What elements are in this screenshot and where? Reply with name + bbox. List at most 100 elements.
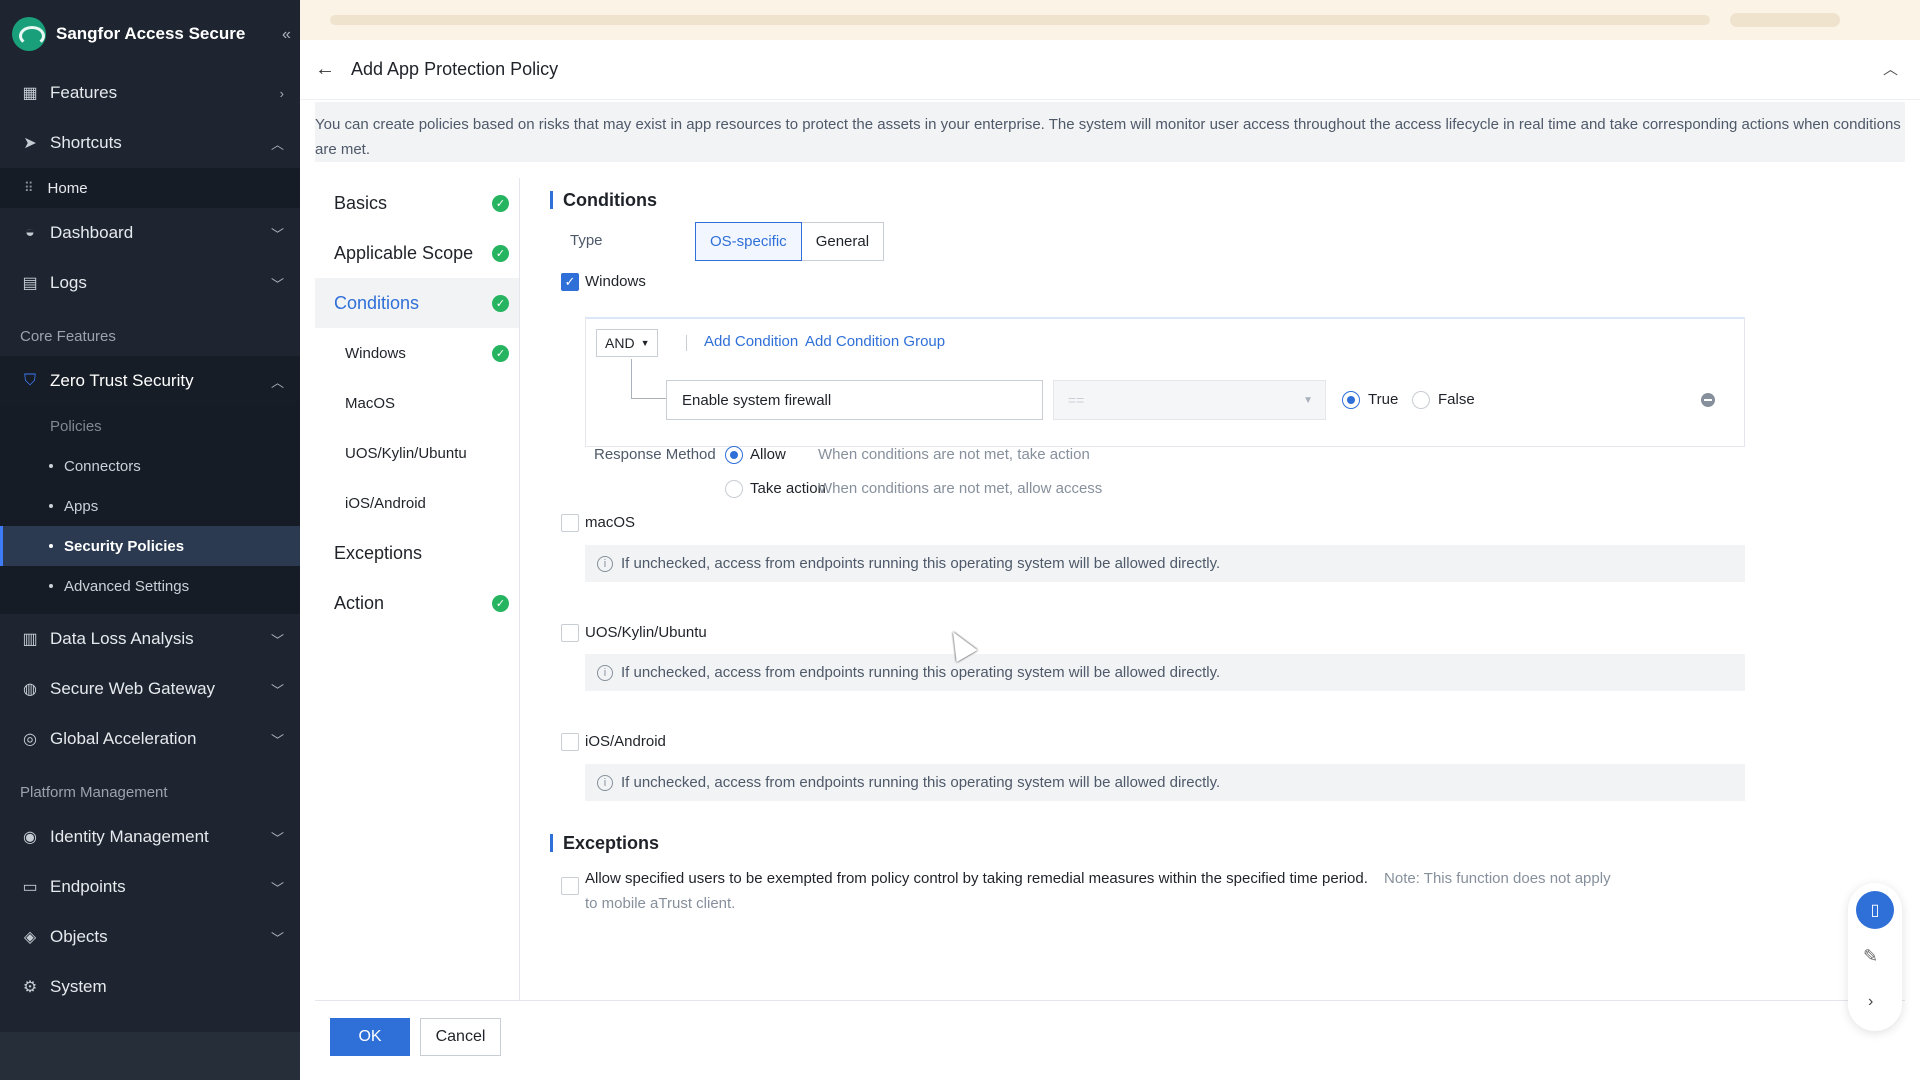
brand: Sangfor Access Secure <box>0 0 300 68</box>
chevron-right-icon[interactable]: › <box>1868 993 1873 1011</box>
cancel-button[interactable]: Cancel <box>420 1018 501 1056</box>
add-condition-group-link[interactable]: Add Condition Group <box>805 333 945 350</box>
step-macos[interactable]: MacOS <box>315 378 519 428</box>
globe-icon: ◍ <box>23 681 37 698</box>
step-applicable-scope[interactable]: Applicable Scope ✓ <box>315 228 519 278</box>
check-circle-icon: ✓ <box>492 294 509 312</box>
take-action-label: Take action <box>750 480 826 497</box>
exceptions-text: Allow specified users to be exempted fro… <box>585 870 1368 887</box>
ios-checkbox[interactable] <box>561 733 579 751</box>
form-content: Conditions Type OS-specific General ✓ Wi… <box>535 178 1920 1000</box>
type-option-os-specific[interactable]: OS-specific <box>695 222 802 261</box>
chevron-up-icon[interactable]: ︿ <box>1883 58 1898 79</box>
nav-system[interactable]: ⚙ System <box>0 962 300 1012</box>
shield-icon: ⛉ <box>23 372 36 389</box>
nav-home[interactable]: ⠿ Home <box>0 168 300 208</box>
page-description: You can create policies based on risks t… <box>315 102 1905 162</box>
condition-field[interactable]: Enable system firewall <box>666 380 1043 420</box>
nav-logs-label: Logs <box>50 273 87 292</box>
banner-text-blurred <box>330 15 1710 25</box>
banner-button-blurred[interactable] <box>1730 13 1840 27</box>
step-ios-android[interactable]: iOS/Android <box>315 478 519 528</box>
uos-label: UOS/Kylin/Ubuntu <box>585 624 707 641</box>
collapse-sidebar-icon[interactable]: « <box>282 26 291 44</box>
nav-features[interactable]: ▦ Features › <box>0 68 300 118</box>
nav-endpoints-label: Endpoints <box>50 877 126 896</box>
nav-secure-web-gateway[interactable]: ◍ Secure Web Gateway ﹀ <box>0 664 300 714</box>
brand-name: Sangfor Access Secure <box>56 24 246 43</box>
sidebar-item-security-policies[interactable]: Security Policies <box>0 526 300 566</box>
uos-checkbox[interactable] <box>561 624 579 642</box>
nav-shortcuts-label: Shortcuts <box>50 133 122 152</box>
step-label: iOS/Android <box>345 494 426 512</box>
remove-condition-icon[interactable] <box>1701 393 1715 407</box>
step-label: Exceptions <box>334 542 423 563</box>
info-text: If unchecked, access from endpoints runn… <box>621 664 1221 681</box>
logs-icon: ▤ <box>22 275 38 292</box>
nav-data-loss-analysis[interactable]: ▥ Data Loss Analysis ﹀ <box>0 614 300 664</box>
step-action[interactable]: Action ✓ <box>315 578 519 628</box>
nav-zero-trust-label: Zero Trust Security <box>50 371 194 390</box>
add-condition-link[interactable]: Add Condition <box>704 333 798 350</box>
nav-global-acceleration[interactable]: ◎ Global Acceleration ﹀ <box>0 714 300 764</box>
sidebar-item-apps[interactable]: Apps <box>0 486 300 526</box>
floating-toolbar: ▯ ✎ › <box>1848 883 1902 1031</box>
book-icon[interactable]: ▯ <box>1856 891 1894 929</box>
type-option-general[interactable]: General <box>801 222 885 261</box>
exceptions-checkbox[interactable] <box>561 877 579 895</box>
sidebar-item-advanced-settings[interactable]: Advanced Settings <box>0 566 300 606</box>
nav-endpoints[interactable]: ▭ Endpoints ﹀ <box>0 862 300 912</box>
nav-swg-label: Secure Web Gateway <box>50 679 216 698</box>
comparator-value: == <box>1068 392 1085 408</box>
nav-home-label: Home <box>47 179 88 197</box>
step-windows[interactable]: Windows ✓ <box>315 328 519 378</box>
nav-features-label: Features <box>50 83 118 102</box>
drag-handle-icon[interactable]: ⠿ <box>24 180 34 196</box>
main-panel: ← Add App Protection Policy ︿ You can cr… <box>300 40 1920 1080</box>
step-label: Applicable Scope <box>334 242 474 263</box>
windows-checkbox[interactable]: ✓ <box>561 273 579 291</box>
comparator-select[interactable]: == ▼ <box>1053 380 1326 420</box>
edit-icon[interactable]: ✎ <box>1863 946 1878 967</box>
nav-dashboard[interactable]: ◒ Dashboard ﹀ <box>0 208 300 258</box>
macos-label: macOS <box>585 514 636 531</box>
false-radio[interactable] <box>1412 391 1430 409</box>
chevron-right-icon: › <box>279 85 284 101</box>
sidebar-item-connectors[interactable]: Connectors <box>0 446 300 486</box>
nav-zero-trust-security[interactable]: ⛉ Zero Trust Security ︿ <box>0 356 300 406</box>
macos-checkbox[interactable] <box>561 514 579 532</box>
step-conditions[interactable]: Conditions ✓ <box>315 278 519 328</box>
logic-operator-dropdown[interactable]: AND ▼ <box>596 329 659 357</box>
identity-icon: ◉ <box>23 829 37 846</box>
ios-label: iOS/Android <box>585 733 666 750</box>
sidebar-item-label: Security Policies <box>64 537 185 555</box>
caret-down-icon: ▼ <box>1303 394 1313 406</box>
back-arrow-icon[interactable]: ← <box>315 58 335 81</box>
nav-identity-management[interactable]: ◉ Identity Management ﹀ <box>0 812 300 862</box>
dashboard-icon: ◒ <box>25 224 35 241</box>
nav-system-label: System <box>50 977 107 996</box>
take-action-radio[interactable] <box>725 480 743 498</box>
sidebar-user-area[interactable] <box>0 1032 300 1080</box>
step-label: Conditions <box>334 292 420 313</box>
ios-info: i If unchecked, access from endpoints ru… <box>585 764 1745 801</box>
true-radio[interactable] <box>1342 391 1360 409</box>
allow-radio[interactable] <box>725 446 743 464</box>
step-basics[interactable]: Basics ✓ <box>315 178 519 228</box>
bullet-icon <box>49 544 53 548</box>
step-exceptions[interactable]: Exceptions <box>315 528 519 578</box>
check-circle-icon: ✓ <box>492 244 509 262</box>
step-navigation: Basics ✓ Applicable Scope ✓ Conditions ✓… <box>315 178 520 1000</box>
nav-objects-label: Objects <box>50 927 108 946</box>
check-circle-icon: ✓ <box>492 344 509 362</box>
sidebar: Sangfor Access Secure « ▦ Features › ➤ S… <box>0 0 300 1080</box>
ok-button[interactable]: OK <box>330 1018 410 1056</box>
chevron-down-icon: ﹀ <box>270 880 284 896</box>
nav-objects[interactable]: ◈ Objects ﹀ <box>0 912 300 962</box>
bullet-icon <box>49 504 53 508</box>
nav-shortcuts[interactable]: ➤ Shortcuts ︿ <box>0 118 300 168</box>
nav-logs[interactable]: ▤ Logs ﹀ <box>0 258 300 308</box>
step-uos-kylin-ubuntu[interactable]: UOS/Kylin/Ubuntu <box>315 428 519 478</box>
file-chart-icon: ▥ <box>22 631 38 648</box>
logic-operator-value: AND <box>605 335 635 351</box>
